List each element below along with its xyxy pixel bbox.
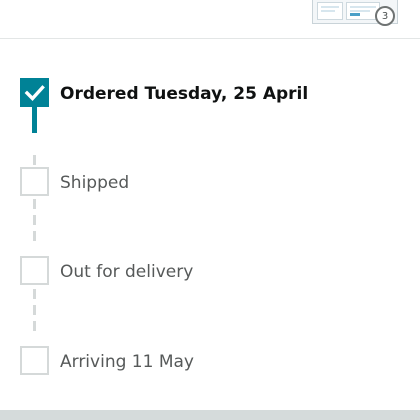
progress-line-pending (33, 155, 36, 165)
progress-line-pending (33, 321, 36, 331)
bottom-divider (0, 410, 420, 420)
step-ordered-checkbox (20, 78, 49, 107)
step-out-for-delivery-checkbox (20, 256, 49, 285)
top-bar: 3 (0, 0, 420, 38)
progress-line-pending (33, 231, 36, 241)
step-arriving-label: Arriving 11 May (60, 352, 194, 372)
progress-line-pending (33, 215, 36, 225)
step-ordered-label: Ordered Tuesday, 25 April (60, 84, 309, 104)
item-count-badge: 3 (375, 6, 395, 26)
step-out-for-delivery-label: Out for delivery (60, 262, 194, 282)
progress-line-pending (33, 305, 36, 315)
step-shipped-label: Shipped (60, 173, 130, 193)
item-count: 3 (381, 10, 389, 22)
step-shipped-checkbox (20, 167, 49, 196)
progress-line-pending (33, 199, 36, 209)
progress-line-pending (33, 289, 36, 299)
check-icon (24, 85, 45, 101)
progress-line-completed (32, 105, 37, 133)
thumbnail-doc (317, 2, 343, 20)
step-arriving-checkbox (20, 346, 49, 375)
